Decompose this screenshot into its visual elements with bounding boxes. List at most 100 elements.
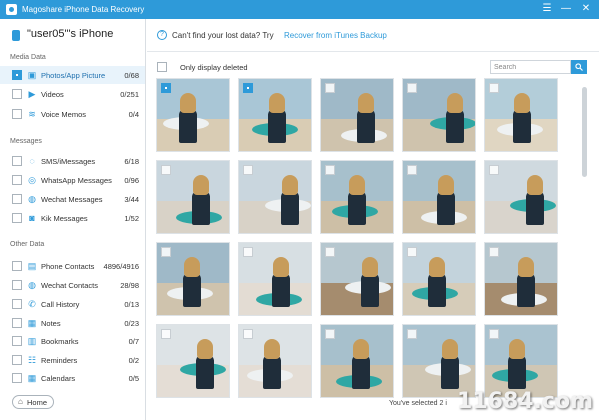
photo-thumbnail[interactable]: [402, 78, 476, 152]
photo-thumbnail[interactable]: [156, 160, 230, 234]
sidebar-item[interactable]: ◙ Kik Messages 1/52: [0, 209, 145, 227]
photo-checkbox[interactable]: [489, 247, 499, 257]
sidebar-item[interactable]: ▦ Notes 0/23: [0, 314, 145, 332]
sidebar-item[interactable]: ≋ Voice Memos 0/4: [0, 105, 145, 123]
section-label: Other Data: [10, 241, 45, 248]
sidebar-item-label: Calendars: [41, 374, 76, 383]
photo-thumbnail[interactable]: [402, 160, 476, 234]
filter-bar: Only display deleted: [147, 58, 599, 78]
photo-checkbox[interactable]: [407, 83, 417, 93]
photo-checkbox[interactable]: [325, 247, 335, 257]
photo-checkbox[interactable]: [407, 247, 417, 257]
sidebar-item-count: 0/13: [124, 300, 139, 309]
photo-thumbnail[interactable]: [320, 160, 394, 234]
photo-thumbnail[interactable]: [320, 242, 394, 316]
photo-checkbox[interactable]: [243, 165, 253, 175]
photo-thumbnail[interactable]: [484, 160, 558, 234]
photo-grid: [156, 78, 577, 420]
photo-thumbnail[interactable]: [238, 324, 312, 398]
only-deleted-checkbox[interactable]: [157, 62, 167, 72]
sidebar-item-count: 28/98: [120, 281, 139, 290]
photo-thumbnail[interactable]: [484, 242, 558, 316]
sidebar-checkbox[interactable]: [12, 336, 22, 346]
reminder-icon: ☷: [27, 355, 37, 365]
photo-thumbnail[interactable]: [402, 242, 476, 316]
photo-checkbox[interactable]: [325, 83, 335, 93]
photo-checkbox[interactable]: [407, 329, 417, 339]
photo-checkbox[interactable]: [489, 83, 499, 93]
sidebar-checkbox[interactable]: [12, 175, 22, 185]
photo-thumbnail[interactable]: [320, 324, 394, 398]
sidebar-item-label: Wechat Messages: [41, 195, 103, 204]
sidebar-checkbox[interactable]: [12, 70, 22, 80]
photo-checkbox[interactable]: [407, 165, 417, 175]
recover-itunes-link[interactable]: Recover from iTunes Backup: [284, 31, 387, 40]
sidebar-item-label: Photos/App Picture: [41, 71, 106, 80]
search-button[interactable]: [571, 60, 587, 74]
photo-thumbnail[interactable]: [484, 78, 558, 152]
photo-thumbnail[interactable]: [238, 242, 312, 316]
sidebar-checkbox[interactable]: [12, 156, 22, 166]
sidebar-checkbox[interactable]: [12, 299, 22, 309]
itunes-banner: ? Can't find your lost data? Try Recover…: [147, 19, 599, 52]
sidebar-item[interactable]: ▦ Calendars 0/5: [0, 369, 145, 387]
photo-checkbox[interactable]: [161, 83, 171, 93]
photo-checkbox[interactable]: [161, 247, 171, 257]
sidebar-checkbox[interactable]: [12, 213, 22, 223]
photo-checkbox[interactable]: [489, 329, 499, 339]
photo-thumbnail[interactable]: [238, 78, 312, 152]
sidebar-item[interactable]: ◌ SMS/iMessages 6/18: [0, 152, 145, 170]
sidebar-item-label: SMS/iMessages: [41, 157, 96, 166]
sidebar-item[interactable]: ◍ Wechat Messages 3/44: [0, 190, 145, 208]
photo-checkbox[interactable]: [161, 165, 171, 175]
photo-checkbox[interactable]: [325, 165, 335, 175]
sidebar-item[interactable]: ▶ Videos 0/251: [0, 85, 145, 103]
sidebar-checkbox[interactable]: [12, 194, 22, 204]
sidebar-item-label: Reminders: [41, 356, 78, 365]
search-box: [490, 60, 571, 74]
sidebar-item[interactable]: ☷ Reminders 0/2: [0, 351, 145, 369]
sidebar-item[interactable]: ▥ Bookmarks 0/7: [0, 332, 145, 350]
photo-checkbox[interactable]: [161, 329, 171, 339]
sidebar-item-count: 0/2: [128, 356, 139, 365]
photo-thumbnail[interactable]: [156, 242, 230, 316]
sidebar-checkbox[interactable]: [12, 280, 22, 290]
sidebar-checkbox[interactable]: [12, 355, 22, 365]
photo-thumbnail[interactable]: [156, 324, 230, 398]
sidebar-item-count: 1/52: [124, 214, 139, 223]
photo-thumbnail[interactable]: [238, 160, 312, 234]
close-button[interactable]: ✕: [579, 2, 593, 16]
photo-thumbnail[interactable]: [156, 78, 230, 152]
minimize-button[interactable]: —: [559, 2, 573, 16]
photo-checkbox[interactable]: [489, 165, 499, 175]
sidebar-checkbox[interactable]: [12, 261, 22, 271]
home-icon: ⌂: [18, 397, 23, 406]
sidebar-item[interactable]: ◍ Wechat Contacts 28/98: [0, 276, 145, 294]
audio-icon: ≋: [28, 109, 36, 119]
photo-checkbox[interactable]: [243, 247, 253, 257]
photo-thumbnail[interactable]: [320, 78, 394, 152]
help-icon: ?: [157, 30, 167, 40]
photo-checkbox[interactable]: [325, 329, 335, 339]
contacts-icon: ▤: [27, 261, 37, 271]
home-button[interactable]: ⌂ Home: [12, 395, 54, 409]
whatsapp-icon: ◎: [28, 175, 36, 185]
sidebar-item[interactable]: ▤ Phone Contacts 4896/4916: [0, 257, 145, 275]
sidebar-item-label: Kik Messages: [41, 214, 88, 223]
sidebar-item[interactable]: ◎ WhatsApp Messages 0/96: [0, 171, 145, 189]
menu-icon[interactable]: ☰: [540, 2, 554, 16]
sidebar-checkbox[interactable]: [12, 318, 22, 328]
sidebar-item-label: WhatsApp Messages: [41, 176, 112, 185]
sidebar-checkbox[interactable]: [12, 373, 22, 383]
photo-checkbox[interactable]: [243, 83, 253, 93]
sidebar-item[interactable]: ▣ Photos/App Picture 0/68: [0, 66, 145, 84]
sidebar-item[interactable]: ✆ Call History 0/13: [0, 295, 145, 313]
sidebar-item-label: Videos: [41, 90, 64, 99]
sidebar-checkbox[interactable]: [12, 89, 22, 99]
search-input[interactable]: [491, 61, 569, 73]
sidebar-item-label: Voice Memos: [41, 110, 87, 119]
photo-checkbox[interactable]: [243, 329, 253, 339]
scrollbar[interactable]: [582, 87, 587, 177]
calendar-icon: ▦: [27, 373, 37, 383]
sidebar-checkbox[interactable]: [12, 109, 22, 119]
